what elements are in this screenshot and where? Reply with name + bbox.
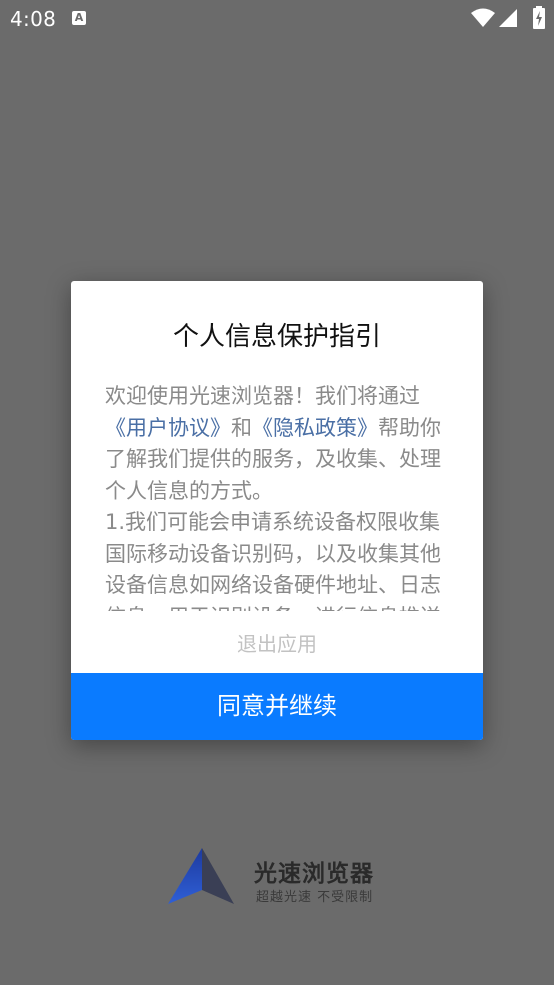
user-agreement-link[interactable]: 《用户协议》	[105, 416, 231, 440]
intro-prefix: 欢迎使用光速浏览器！我们将通过	[105, 384, 420, 408]
intro-paragraph: 欢迎使用光速浏览器！我们将通过《用户协议》和《隐私政策》帮助你了解我们提供的服务…	[105, 381, 455, 507]
battery-icon	[533, 6, 545, 29]
brand: 光速浏览器 超越光速 不受限制	[166, 846, 406, 908]
and-text: 和	[231, 415, 252, 440]
brand-tagline: 超越光速 不受限制	[256, 890, 374, 905]
dialog-body[interactable]: 欢迎使用光速浏览器！我们将通过《用户协议》和《隐私政策》帮助你了解我们提供的服务…	[105, 381, 455, 611]
privacy-policy-link[interactable]: 《隐私政策》	[252, 416, 378, 440]
wifi-icon	[471, 8, 495, 27]
notification-icon: A	[72, 11, 86, 25]
status-bar: 4:08 A	[0, 0, 554, 38]
status-time: 4:08	[10, 7, 57, 31]
brand-logo-icon	[168, 848, 234, 904]
agree-continue-button[interactable]: 同意并继续	[71, 673, 483, 740]
exit-app-button[interactable]: 退出应用	[71, 626, 483, 662]
notification-icon-letter: A	[74, 11, 84, 24]
item-1: 1.我们可能会申请系统设备权限收集国际移动设备识别码，以及收集其他设备信息如网络…	[105, 510, 441, 611]
privacy-dialog: 个人信息保护指引 欢迎使用光速浏览器！我们将通过《用户协议》和《隐私政策》帮助你…	[71, 281, 483, 740]
dialog-title: 个人信息保护指引	[172, 322, 381, 352]
signal-icon	[499, 9, 517, 27]
brand-name: 光速浏览器	[254, 861, 374, 887]
